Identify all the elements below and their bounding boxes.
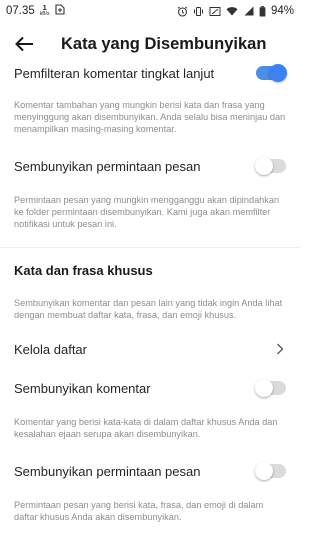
toggle-knob [269,64,287,82]
advanced-filter-description: Komentar tambahan yang mungkin berisi ka… [14,100,286,135]
custom-words-description: Sembunyikan komentar dan pesan lain yang… [14,298,283,321]
status-time: 07.35 [6,5,35,17]
custom-hide-requests-toggle[interactable] [255,462,286,480]
toggle-knob [255,462,273,480]
alarm-icon [177,6,188,17]
hide-comments-toggle[interactable] [255,379,286,397]
page-title: Kata yang Disembunyikan [61,34,267,53]
custom-hide-requests-label: Sembunyikan permintaan pesan [14,463,201,479]
toggle-knob [255,379,273,397]
advanced-filter-label: Pemfilteran komentar tingkat lanjut [14,65,215,81]
hide-requests-label: Sembunyikan permintaan pesan [14,158,201,174]
vibrate-icon [193,6,204,17]
battery-icon [259,5,266,17]
custom-hide-requests-description: Permintaan pesan yang berisi kata, frasa… [14,500,264,523]
signal-icon [243,6,254,16]
hide-requests-row[interactable]: Sembunyikan permintaan pesan [14,156,286,176]
wifi-icon [226,6,238,16]
screen-cast-icon [209,6,221,17]
custom-hide-requests-row[interactable]: Sembunyikan permintaan pesan [14,461,286,481]
custom-words-title: Kata dan frasa khusus [14,263,153,278]
hide-comments-row[interactable]: Sembunyikan komentar [14,378,286,398]
hide-comments-description: Komentar yang berisi kata-kata di dalam … [14,417,278,440]
toggle-knob [255,157,273,175]
network-speed-value: 1 [42,3,47,12]
network-speed: 1 kB/s [40,4,50,18]
battery-percent: 94% [270,5,294,17]
manage-list-row[interactable]: Kelola daftar [14,339,286,359]
header: Kata yang Disembunyikan [0,28,300,60]
section-divider [0,247,300,248]
manage-list-label: Kelola daftar [14,341,87,357]
hide-requests-description: Permintaan pesan yang mungkin mengganggu… [14,195,280,230]
back-arrow-icon [15,36,33,52]
advanced-filter-row[interactable]: Pemfilteran komentar tingkat lanjut [14,62,287,84]
back-button[interactable] [2,28,46,60]
download-notification-icon [54,4,65,18]
hide-comments-label: Sembunyikan komentar [14,380,151,396]
network-speed-unit: kB/s [39,11,50,17]
advanced-filter-toggle[interactable] [256,64,287,82]
status-right: 94% [177,5,294,17]
hide-requests-toggle[interactable] [255,157,286,175]
status-bar: 07.35 1 kB/s 94% [0,0,300,22]
status-left: 07.35 1 kB/s [6,4,65,18]
chevron-right-icon [274,343,286,355]
